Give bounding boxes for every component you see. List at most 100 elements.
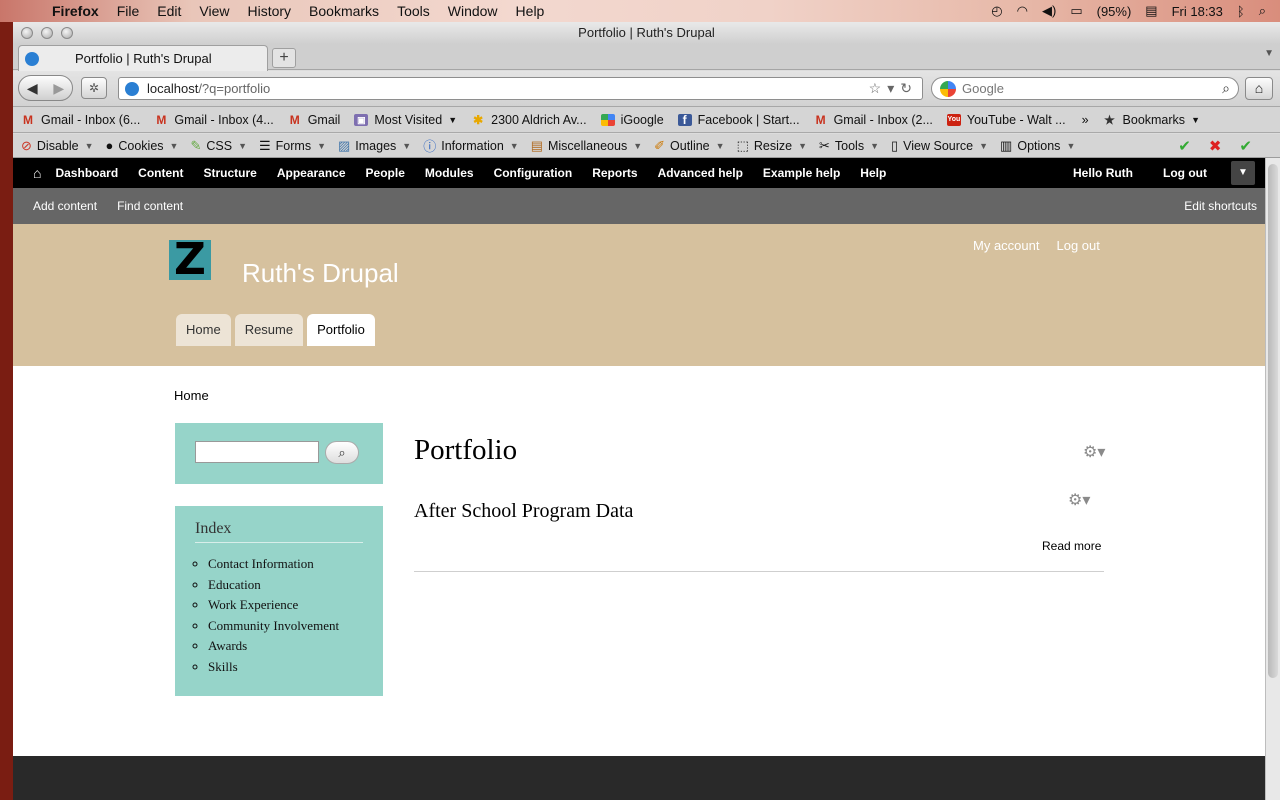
admin-home-icon[interactable]: ⌂ [33,165,41,181]
extension-button[interactable]: ✲ [81,77,107,99]
admin-menu-people[interactable]: People [366,166,405,180]
site-logo[interactable]: Z [169,238,211,282]
bookmarks-overflow-chevron-icon[interactable]: » [1082,113,1089,127]
star-bookmark-icon[interactable]: ☆ [869,80,888,96]
tab-list-chevron-icon[interactable]: ▼ [1264,48,1274,59]
admin-menu-modules[interactable]: Modules [425,166,474,180]
bookmark-gmail-4[interactable]: M Gmail - Inbox (2... [814,113,933,127]
menu-file[interactable]: File [117,3,140,19]
scrollbar-thumb[interactable] [1268,164,1278,678]
bookmark-igoogle[interactable]: iGoogle [600,113,664,127]
dev-css-menu[interactable]: ✎ CSS ▼ [190,138,247,154]
reload-icon[interactable]: ↻ [900,80,918,96]
spotlight-icon[interactable]: ⌕ [1259,3,1266,19]
tab-portfolio[interactable]: Portfolio [307,314,375,346]
clock[interactable]: Fri 18:33 [1172,4,1223,19]
new-tab-button[interactable]: + [272,48,296,68]
zoom-window-button[interactable] [61,27,73,39]
breadcrumb[interactable]: Home [174,388,209,403]
page-scrollbar[interactable] [1265,158,1280,800]
index-item-work-experience[interactable]: Work Experience [208,597,339,618]
css-valid-check-icon[interactable]: ✔ [1178,138,1209,155]
bookmark-youtube[interactable]: You YouTube - Walt ... [946,113,1066,127]
shortcut-add-content[interactable]: Add content [33,199,97,213]
admin-menu-content[interactable]: Content [138,166,183,180]
admin-menu-appearance[interactable]: Appearance [277,166,346,180]
tab-resume[interactable]: Resume [234,314,304,346]
dev-view-source-menu[interactable]: ▯ View Source ▼ [891,138,988,154]
dev-resize-menu[interactable]: ⬚ Resize ▼ [737,138,807,154]
shortcut-find-content[interactable]: Find content [117,199,183,213]
bookmarks-menu[interactable]: ★ Bookmarks ▼ [1103,113,1200,127]
index-item-community[interactable]: Community Involvement [208,618,339,639]
node-contextual-gear-icon[interactable]: ⚙▾ [1068,490,1090,510]
bookmark-facebook[interactable]: f Facebook | Start... [677,113,800,127]
dev-miscellaneous-menu[interactable]: ▤ Miscellaneous ▼ [531,138,642,154]
search-bar[interactable]: Google ⌕ [931,77,1239,100]
node-title[interactable]: After School Program Data [414,500,633,523]
menu-app[interactable]: Firefox [52,3,99,19]
minimize-window-button[interactable] [41,27,53,39]
time-machine-icon[interactable]: ◴ [991,3,1002,19]
volume-icon[interactable]: ◀) [1042,3,1056,19]
index-item-awards[interactable]: Awards [208,638,339,659]
site-name[interactable]: Ruth's Drupal [242,258,399,289]
back-arrow-icon[interactable]: ◀ [19,80,46,97]
dev-disable-menu[interactable]: ⊘ Disable ▼ [21,138,94,154]
battery-icon[interactable]: ▭ [1070,3,1082,19]
dev-information-menu[interactable]: ⓘ Information ▼ [423,136,518,155]
close-window-button[interactable] [21,27,33,39]
contextual-links-gear-icon[interactable]: ⚙▾ [1083,442,1105,462]
admin-menu-help[interactable]: Help [860,166,886,180]
wifi-icon[interactable]: ◠ [1017,3,1028,19]
history-dropdown-icon[interactable]: ▾ [887,80,900,96]
dev-options-menu[interactable]: ▥ Options ▼ [1000,138,1075,154]
admin-menu-advanced-help[interactable]: Advanced help [658,166,743,180]
menu-help[interactable]: Help [516,3,545,19]
bookmark-gmail-3[interactable]: M Gmail [288,113,341,127]
site-identity-icon[interactable] [125,81,139,96]
site-search-button[interactable]: ⌕ [325,441,359,464]
admin-menu-structure[interactable]: Structure [203,166,256,180]
my-account-link[interactable]: My account [973,238,1039,253]
bluetooth-icon[interactable]: ᛒ [1237,4,1245,19]
bookmark-most-visited[interactable]: ▣ Most Visited ▼ [354,113,457,127]
admin-menu-configuration[interactable]: Configuration [494,166,573,180]
dev-forms-menu[interactable]: ☰ Forms ▼ [259,138,326,154]
google-engine-icon[interactable] [940,80,956,97]
site-search-input[interactable] [195,441,319,463]
site-logout-link[interactable]: Log out [1056,238,1099,253]
admin-hello-user[interactable]: Hello Ruth [1073,166,1133,180]
admin-menu-dashboard[interactable]: Dashboard [55,166,118,180]
admin-menu-example-help[interactable]: Example help [763,166,840,180]
url-bar[interactable]: localhost/?q=portfolio ☆▾↻ [118,77,923,100]
bookmark-gmail-1[interactable]: M Gmail - Inbox (6... [21,113,140,127]
menu-tools[interactable]: Tools [397,3,430,19]
menu-history[interactable]: History [247,3,291,19]
menu-edit[interactable]: Edit [157,3,181,19]
admin-logout-link[interactable]: Log out [1163,166,1207,180]
shortcuts-toggle-chevron-icon[interactable]: ▼ [1231,161,1255,185]
html-error-icon[interactable]: ✖ [1209,138,1240,155]
browser-tab-active[interactable]: Portfolio | Ruth's Drupal [18,45,268,71]
flag-icon[interactable]: ▤ [1145,3,1157,19]
edit-shortcuts-link[interactable]: Edit shortcuts [1184,199,1257,213]
bookmark-aldrich[interactable]: ✱ 2300 Aldrich Av... [471,113,586,127]
search-icon[interactable]: ⌕ [1222,80,1230,97]
index-item-contact[interactable]: Contact Information [208,556,339,577]
tab-home[interactable]: Home [176,314,231,346]
index-item-education[interactable]: Education [208,577,339,598]
menu-bookmarks[interactable]: Bookmarks [309,3,379,19]
js-valid-check-icon[interactable]: ✔ [1239,138,1270,155]
read-more-link[interactable]: Read more [1042,539,1101,553]
home-button[interactable]: ⌂ [1245,77,1273,100]
admin-menu-reports[interactable]: Reports [592,166,637,180]
dev-outline-menu[interactable]: ✐ Outline ▼ [654,138,724,154]
menu-window[interactable]: Window [448,3,498,19]
dev-cookies-menu[interactable]: ● Cookies ▼ [106,138,179,153]
bookmark-gmail-2[interactable]: M Gmail - Inbox (4... [154,113,273,127]
dev-images-menu[interactable]: ▨ Images ▼ [338,138,411,154]
dev-tools-menu[interactable]: ✂ Tools ▼ [819,138,879,154]
forward-arrow-icon[interactable]: ▶ [46,80,73,97]
menu-view[interactable]: View [199,3,229,19]
